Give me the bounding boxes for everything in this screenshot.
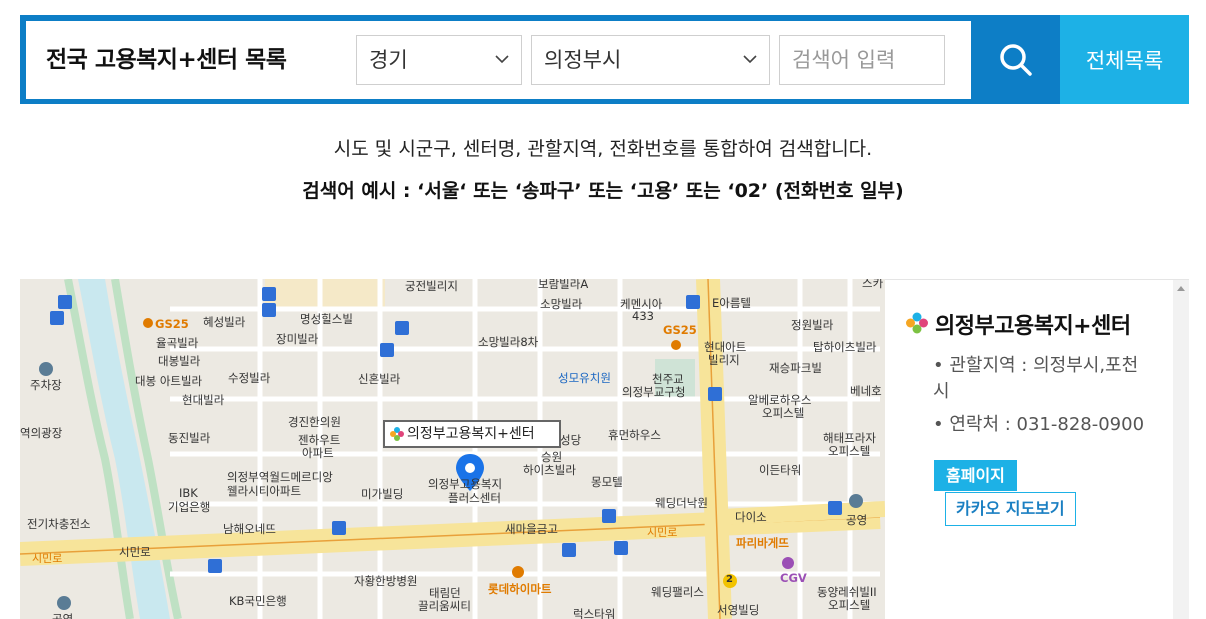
map-label: 의정부교구청 [622, 385, 686, 399]
scrollbar[interactable] [1173, 280, 1189, 619]
city-value: 의정부시 [544, 48, 622, 72]
map-label: 럭스타워 [573, 607, 616, 619]
map-label: 경진한의원 [288, 415, 341, 429]
province-select[interactable]: 경기 [356, 35, 522, 85]
map-label: 시민로 [647, 526, 678, 539]
map-label: 현대빌라 [182, 393, 225, 407]
map-label: 남해오네뜨 [223, 522, 276, 536]
search-button[interactable] [971, 15, 1060, 104]
map-label: CGV [780, 571, 807, 585]
map-label: 다이소 [735, 510, 767, 524]
search-bar: 전국 고용복지+센터 목록 경기 의정부시 전체목록 [20, 15, 1189, 104]
map-label: 수정빌라 [228, 371, 271, 385]
map-label: E아름텔 [712, 296, 752, 310]
map-label: 스카 [862, 279, 884, 290]
map-label: 시민로 [119, 545, 151, 559]
all-list-button[interactable]: 전체목록 [1060, 15, 1189, 104]
homepage-button[interactable]: 홈페이지 [934, 460, 1017, 491]
map-label: 2 [726, 574, 733, 585]
map-label: 성당 [560, 433, 582, 447]
map-label: 성모유치원 [558, 371, 611, 385]
center-name-text: 의정부고용복지+센터 [935, 314, 1131, 339]
search-help-text: 시도 및 시군구, 센터명, 관할지역, 전화번호를 통합하여 검색합니다. [333, 138, 873, 160]
map-label: 소망빌라 [540, 297, 583, 311]
map-label: 역의광장 [20, 426, 63, 440]
province-value: 경기 [369, 48, 408, 72]
map-label: 기업은행 [168, 500, 211, 514]
map-label: 주차장 [30, 378, 62, 392]
map-label: 대봉빌라 [158, 354, 201, 368]
map-label: 자황한방병원 [354, 574, 418, 588]
chevron-down-icon [743, 55, 757, 64]
map-label: 아파트 [302, 446, 334, 460]
scroll-up-icon[interactable] [1177, 286, 1185, 291]
search-icon [999, 43, 1032, 76]
map-view[interactable]: 궁전빌리지 보람빌라A 소망빌라 케멘시아 433 E아름텔 스카 GS25 혜… [20, 279, 885, 619]
map-tooltip-label: 의정부고용복지+센터 [407, 426, 535, 442]
map-label: 장미빌라 [276, 332, 319, 346]
center-phone: 연락처 : 031-828-0900 [933, 412, 1153, 438]
map-label: 명성힐스빌 [300, 312, 353, 326]
map-label: 휴먼하우스 [608, 428, 661, 442]
map-label: 플러스센터 [448, 491, 501, 505]
map-label: 웨딩팰리스 [651, 585, 704, 599]
map-label: 보람빌라A [538, 279, 589, 291]
chevron-down-icon [495, 55, 509, 64]
map-label: 궁전빌리지 [405, 279, 458, 293]
map-label: KB국민은행 [229, 594, 287, 608]
map-label: 시민로 [32, 552, 63, 565]
map-label: GS25 [663, 323, 697, 337]
center-logo-icon [906, 312, 928, 334]
map-label: IBK [179, 486, 198, 500]
map-label: 소망빌라8차 [478, 335, 539, 349]
map-label: 이든타워 [759, 463, 802, 477]
map-label: 정원빌라 [791, 318, 834, 332]
map-label: GS25 [155, 317, 189, 331]
map-label: 율곡빌라 [156, 336, 199, 350]
map-label: 전기차충전소 [27, 517, 91, 531]
map-label: 몽모텔 [591, 475, 623, 489]
center-region: 관할지역 : 의정부시,포천시 [933, 353, 1153, 405]
map-label: 오피스텔 [828, 444, 871, 458]
search-input[interactable] [779, 35, 945, 85]
search-panel: 전국 고용복지+센터 목록 경기 의정부시 [26, 21, 971, 99]
map-label: 롯데하이마트 [488, 582, 552, 596]
map-label: 재승파크빌 [769, 361, 822, 375]
center-info-panel: 의정부고용복지+센터 관할지역 : 의정부시,포천시 연락처 : 031-828… [885, 279, 1189, 619]
center-name-title: 의정부고용복지+센터 [905, 308, 1131, 340]
city-select[interactable]: 의정부시 [531, 35, 770, 85]
map-label: 신혼빌라 [358, 372, 401, 386]
map-label: 오피스텔 [828, 598, 871, 612]
map-marker-tooltip[interactable]: 의정부고용복지+센터 [383, 420, 561, 448]
map-label: 대봉 아트빌라 [135, 374, 203, 388]
map-label: 탑하이츠빌라 [813, 340, 877, 354]
map-label: 오피스텔 [762, 406, 805, 420]
map-label: 서영빌딩 [717, 603, 760, 617]
search-example-text: 검색어 예시 : ‘서울‘ 또는 ‘송파구’ 또는 ‘고용’ 또는 ‘02’ (… [302, 180, 904, 202]
map-label: 혜성빌라 [203, 315, 246, 329]
map-label: 끌리움씨티 [418, 599, 471, 613]
center-logo-icon [390, 427, 404, 441]
kakao-map-button[interactable]: 카카오 지도보기 [945, 492, 1076, 526]
map-label: 웰라시티아파트 [227, 484, 302, 498]
map-label: 미가빌딩 [361, 487, 404, 501]
map-label: 433 [632, 309, 654, 323]
page-title: 전국 고용복지+센터 목록 [46, 47, 287, 73]
map-label: 베네호 [850, 384, 882, 398]
map-label: 동진빌라 [168, 431, 211, 445]
map-label: 빌리지 [708, 353, 740, 367]
map-label: 파리바게뜨 [736, 536, 789, 550]
map-label: 하이츠빌라 [523, 463, 576, 477]
map-label: 공영 [52, 612, 74, 619]
map-roads [20, 279, 885, 619]
map-label: 웨딩더낙원 [655, 496, 708, 510]
map-label: 공영 [846, 513, 868, 527]
map-label: 새마을금고 [505, 522, 558, 536]
